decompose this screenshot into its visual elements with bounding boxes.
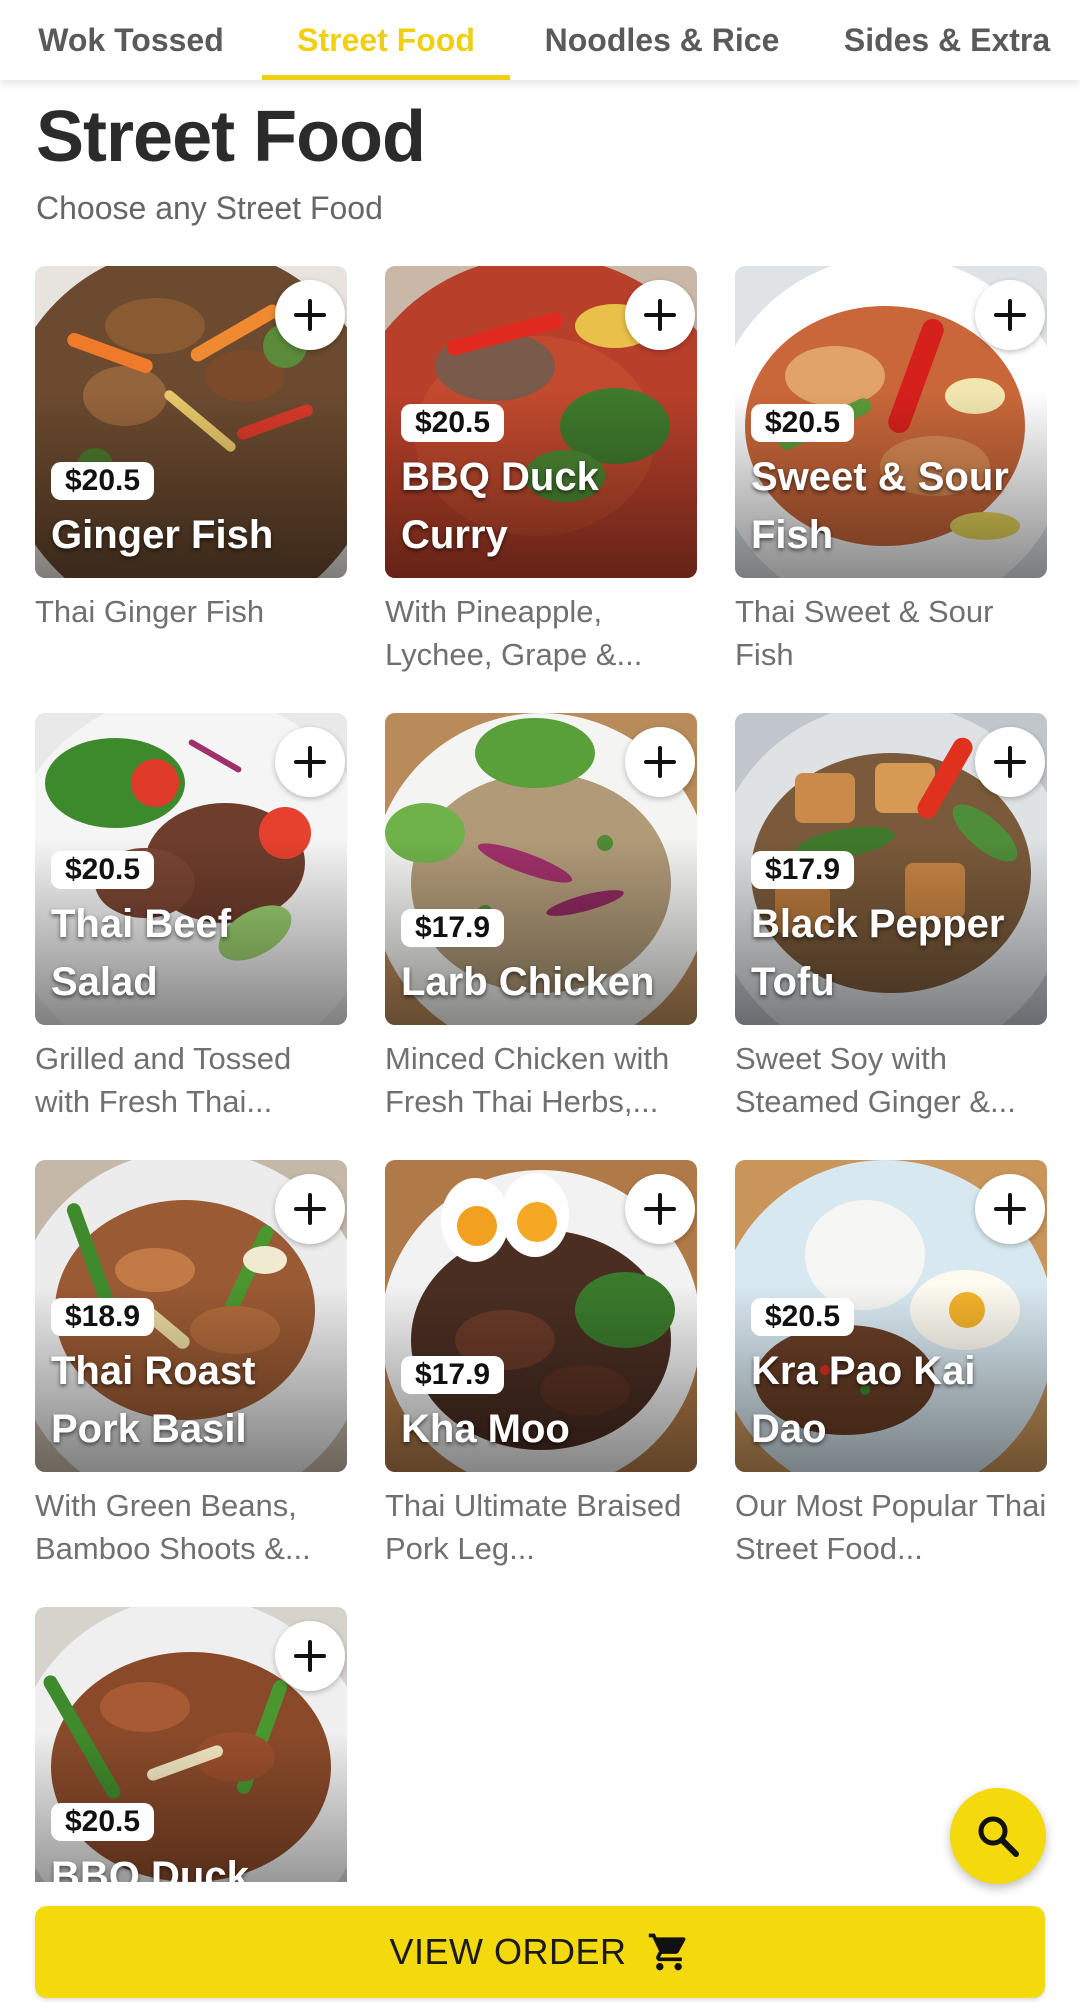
search-icon bbox=[978, 1816, 1019, 1857]
tab-wok-tossed[interactable]: Wok Tossed bbox=[0, 0, 262, 80]
menu-item-card[interactable]: $20.5 Kra Pao Kai Dao Our Most Popular T… bbox=[735, 1160, 1047, 1570]
food-photo[interactable]: $17.9 Black Pepper Tofu bbox=[735, 713, 1047, 1025]
item-description: Sweet Soy with Steamed Ginger &... bbox=[735, 1041, 1016, 1119]
price-badge: $20.5 bbox=[51, 851, 155, 889]
price-badge: $20.5 bbox=[51, 1803, 155, 1841]
price-badge: $18.9 bbox=[51, 1298, 155, 1336]
item-overlay: $20.5 Kra Pao Kai Dao bbox=[751, 1298, 1039, 1458]
item-overlay: $17.9 Kha Moo bbox=[401, 1356, 689, 1458]
tab-label: Wok Tossed bbox=[38, 21, 224, 58]
food-photo[interactable]: $20.5 Thai Beef Salad bbox=[35, 713, 347, 1025]
add-to-order-button[interactable] bbox=[275, 1174, 345, 1244]
add-to-order-button[interactable] bbox=[975, 1174, 1045, 1244]
price-badge: $17.9 bbox=[401, 1356, 505, 1394]
item-description: Thai Ultimate Braised Pork Leg... bbox=[385, 1488, 682, 1566]
price-badge: $20.5 bbox=[751, 404, 855, 442]
item-description: Thai Ginger Fish bbox=[35, 594, 265, 629]
item-overlay: $17.9 Larb Chicken bbox=[401, 909, 689, 1011]
item-overlay: $20.5 BBQ Duck Basil bbox=[51, 1803, 339, 1882]
add-to-order-button[interactable] bbox=[275, 727, 345, 797]
menu-item-card[interactable]: $20.5 Ginger Fish Thai Ginger Fish bbox=[35, 266, 347, 676]
price-badge: $20.5 bbox=[751, 1298, 855, 1336]
item-name: Ginger Fish bbox=[51, 513, 274, 557]
item-name: Kra Pao Kai Dao bbox=[751, 1349, 976, 1451]
item-overlay: $20.5 Thai Beef Salad bbox=[51, 851, 339, 1011]
item-overlay: $18.9 Thai Roast Pork Basil bbox=[51, 1298, 339, 1458]
bottom-bar: VIEW ORDER bbox=[0, 1882, 1080, 2016]
item-description: Grilled and Tossed with Fresh Thai... bbox=[35, 1041, 292, 1119]
plus-icon bbox=[994, 1193, 1026, 1225]
menu-grid: $20.5 Ginger Fish Thai Ginger Fish $20.5… bbox=[35, 266, 1047, 1882]
page-subtitle: Choose any Street Food bbox=[36, 190, 383, 226]
add-to-order-button[interactable] bbox=[625, 1174, 695, 1244]
page-title: Street Food bbox=[36, 97, 426, 177]
search-button[interactable] bbox=[950, 1788, 1046, 1884]
price-badge: $17.9 bbox=[751, 851, 855, 889]
add-to-order-button[interactable] bbox=[625, 280, 695, 350]
item-name: Sweet & Sour Fish bbox=[751, 455, 1009, 557]
tab-label: Street Food bbox=[297, 21, 475, 58]
plus-icon bbox=[994, 746, 1026, 778]
add-to-order-button[interactable] bbox=[275, 280, 345, 350]
tab-noodles-rice[interactable]: Noodles & Rice bbox=[510, 0, 814, 80]
item-overlay: $20.5 Sweet & Sour Fish bbox=[751, 404, 1039, 564]
add-to-order-button[interactable] bbox=[975, 280, 1045, 350]
menu-item-card[interactable]: $17.9 Black Pepper Tofu Sweet Soy with S… bbox=[735, 713, 1047, 1123]
plus-icon bbox=[294, 746, 326, 778]
item-name: BBQ Duck Basil bbox=[51, 1854, 249, 1882]
plus-icon bbox=[294, 1193, 326, 1225]
item-description: Our Most Popular Thai Street Food... bbox=[735, 1488, 1047, 1566]
item-overlay: $20.5 Ginger Fish bbox=[51, 462, 339, 564]
food-photo[interactable]: $20.5 Sweet & Sour Fish bbox=[735, 266, 1047, 578]
item-name: Thai Roast Pork Basil bbox=[51, 1349, 256, 1451]
item-description: Minced Chicken with Fresh Thai Herbs,... bbox=[385, 1041, 670, 1119]
plus-icon bbox=[294, 1640, 326, 1672]
item-name: Kha Moo bbox=[401, 1407, 570, 1451]
tab-sides-extra[interactable]: Sides & Extra bbox=[814, 0, 1080, 80]
view-order-button[interactable]: VIEW ORDER bbox=[35, 1906, 1045, 1998]
food-photo[interactable]: $20.5 Kra Pao Kai Dao bbox=[735, 1160, 1047, 1472]
price-badge: $20.5 bbox=[401, 404, 505, 442]
menu-item-card[interactable]: $20.5 Thai Beef Salad Grilled and Tossed… bbox=[35, 713, 347, 1123]
food-photo[interactable]: $20.5 BBQ Duck Basil bbox=[35, 1607, 347, 1882]
tab-street-food[interactable]: Street Food bbox=[262, 0, 510, 80]
price-badge: $17.9 bbox=[401, 909, 505, 947]
food-photo[interactable]: $18.9 Thai Roast Pork Basil bbox=[35, 1160, 347, 1472]
cart-icon bbox=[648, 1933, 686, 1971]
menu-item-card[interactable]: $18.9 Thai Roast Pork Basil With Green B… bbox=[35, 1160, 347, 1570]
item-overlay: $20.5 BBQ Duck Curry bbox=[401, 404, 689, 564]
add-to-order-button[interactable] bbox=[275, 1621, 345, 1691]
menu-item-card[interactable]: $20.5 Sweet & Sour Fish Thai Sweet & Sou… bbox=[735, 266, 1047, 676]
plus-icon bbox=[644, 746, 676, 778]
menu-item-card[interactable]: $17.9 Larb Chicken Minced Chicken with F… bbox=[385, 713, 697, 1123]
plus-icon bbox=[644, 1193, 676, 1225]
food-photo[interactable]: $20.5 Ginger Fish bbox=[35, 266, 347, 578]
plus-icon bbox=[644, 299, 676, 331]
item-description: With Green Beans, Bamboo Shoots &... bbox=[35, 1488, 311, 1566]
menu-item-card[interactable]: $20.5 BBQ Duck Curry With Pineapple, Lyc… bbox=[385, 266, 697, 676]
add-to-order-button[interactable] bbox=[975, 727, 1045, 797]
plus-icon bbox=[994, 299, 1026, 331]
item-name: Thai Beef Salad bbox=[51, 902, 232, 1004]
category-tab-bar: Wok Tossed Street Food Noodles & Rice Si… bbox=[0, 0, 1080, 80]
tab-label: Sides & Extra bbox=[843, 21, 1051, 58]
add-to-order-button[interactable] bbox=[625, 727, 695, 797]
menu-item-card[interactable]: $17.9 Kha Moo Thai Ultimate Braised Pork… bbox=[385, 1160, 697, 1570]
item-name: Black Pepper Tofu bbox=[751, 902, 1005, 1004]
item-name: BBQ Duck Curry bbox=[401, 455, 599, 557]
item-description: Thai Sweet & Sour Fish bbox=[735, 594, 994, 672]
item-overlay: $17.9 Black Pepper Tofu bbox=[751, 851, 1039, 1011]
tab-label: Noodles & Rice bbox=[544, 21, 780, 58]
price-badge: $20.5 bbox=[51, 462, 155, 500]
food-photo[interactable]: $20.5 BBQ Duck Curry bbox=[385, 266, 697, 578]
food-photo[interactable]: $17.9 Larb Chicken bbox=[385, 713, 697, 1025]
menu-item-card[interactable]: $20.5 BBQ Duck Basil bbox=[35, 1607, 347, 1882]
item-name: Larb Chicken bbox=[401, 960, 655, 1004]
view-order-label: VIEW ORDER bbox=[389, 1931, 627, 1972]
item-description: With Pineapple, Lychee, Grape &... bbox=[385, 594, 643, 672]
plus-icon bbox=[294, 299, 326, 331]
food-photo[interactable]: $17.9 Kha Moo bbox=[385, 1160, 697, 1472]
